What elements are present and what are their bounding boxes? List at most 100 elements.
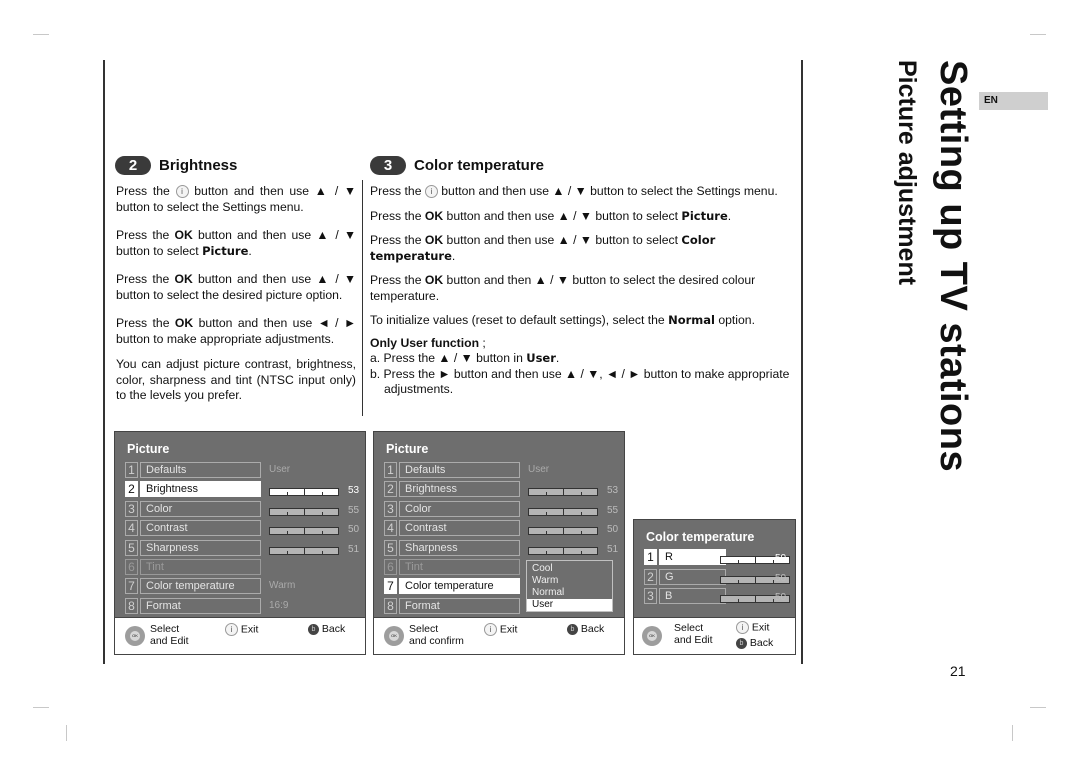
exit-hint: i Exit: [225, 623, 258, 636]
menu-item: 8 Format: [125, 597, 261, 614]
section-title: Brightness: [159, 157, 238, 174]
brightness-heading: 2 Brightness: [115, 156, 237, 175]
menu-item-number: 6: [125, 559, 138, 575]
menu-item-label: Contrast: [399, 520, 520, 537]
info-button-icon: i: [484, 623, 497, 636]
level-value: 50: [607, 524, 619, 536]
level-slider: [269, 527, 339, 536]
brightness-instructions: Press the i button and then use ▲ / ▼ bu…: [116, 184, 356, 413]
menu-title: Picture: [127, 442, 170, 456]
crop-mark: [33, 34, 49, 35]
select-hint: Select and Edit: [674, 622, 713, 646]
language-tab: EN: [979, 92, 1048, 110]
dropdown-option: Cool: [532, 563, 553, 574]
menu-item-label: Color: [399, 500, 520, 517]
menu-item-number: 2: [644, 568, 657, 585]
menu-item-label: G: [659, 568, 726, 585]
menu-item-number: 3: [644, 588, 657, 604]
ok-navigation-pad-icon: OK: [125, 625, 145, 647]
instruction-step: Press the OK button and then use ▲ / ▼ b…: [116, 228, 357, 258]
instruction-note: To initialize values (reset to default s…: [370, 313, 755, 327]
menu-item: 6 Tint: [125, 559, 261, 575]
page-title: Setting up TV stations: [932, 60, 974, 473]
instruction-step: Press the i button and then use ▲ / ▼ bu…: [116, 184, 357, 214]
menu-item-label: Sharpness: [399, 539, 520, 556]
picture-menu-screenshot-brightness: Picture 1 Defaults User 2 Brightness 53 3 Color…: [114, 431, 366, 655]
level-value: 55: [607, 504, 619, 516]
level-slider: [528, 488, 598, 497]
menu-item: 3B: [644, 588, 726, 604]
level-slider: [269, 488, 339, 497]
menu-item-number: 1: [125, 462, 138, 478]
menu-item-label: Defaults: [399, 462, 520, 478]
instruction-step: Press the OK button and then use ▲ / ▼ b…: [116, 272, 357, 302]
menu-item: 4 Contrast: [125, 520, 261, 537]
left-margin-rule: [103, 60, 105, 664]
menu-item: 7 Color temperature: [384, 578, 520, 595]
back-hint: b Back: [567, 623, 604, 635]
menu-item-label: Brightness: [399, 481, 520, 498]
info-button-icon: i: [225, 623, 238, 636]
menu-item-label: Tint: [399, 559, 520, 575]
menu-item-value: Warm: [269, 580, 296, 592]
menu-item-number: 3: [125, 500, 138, 517]
menu-item: 1R: [644, 549, 726, 565]
menu-item: 1 Defaults: [384, 462, 520, 478]
level-value: 50: [775, 572, 787, 584]
back-hint: b Back: [736, 637, 773, 649]
level-value: 55: [348, 504, 360, 516]
menu-item-number: 5: [125, 539, 138, 556]
menu-item-label: Sharpness: [140, 539, 261, 556]
crop-mark: [1030, 34, 1046, 35]
crop-mark: [1012, 725, 1013, 741]
select-hint: Select and confirm: [409, 623, 464, 647]
ok-navigation-pad-icon: OK: [642, 625, 662, 647]
dropdown-option: Warm: [532, 575, 559, 586]
crop-mark: [66, 725, 67, 741]
page-subtitle: Picture adjustment: [893, 60, 921, 286]
level-value: 50: [775, 592, 787, 603]
user-step-b: b. Press the ► button and then use ▲ / ▼…: [370, 366, 790, 397]
color-temperature-instructions: Press the i button and then use ▲ / ▼ bu…: [370, 184, 795, 398]
dropdown-option: Normal: [532, 587, 565, 598]
menu-item-number: 2: [125, 481, 138, 498]
menu-item-label: R: [659, 549, 726, 565]
menu-item-label: Defaults: [140, 462, 261, 478]
page-number: 21: [950, 663, 966, 679]
menu-item-label: Color: [140, 500, 261, 517]
level-value: 53: [607, 485, 619, 497]
menu-item: 5 Sharpness: [125, 539, 261, 556]
menu-item: 2 Brightness: [384, 481, 520, 498]
menu-item: 3 Color: [384, 500, 520, 517]
menu-title: Color temperature: [646, 530, 755, 544]
menu-item-number: 4: [125, 520, 138, 537]
step-badge: 3: [370, 156, 406, 175]
menu-item-number: 4: [384, 520, 397, 537]
right-margin-rule: [801, 60, 803, 664]
menu-item: 5 Sharpness: [384, 539, 520, 556]
menu-footer: OK Select and Edit i Exit b Back: [634, 617, 795, 654]
menu-item-number: 2: [384, 481, 397, 498]
instruction-note: You can adjust picture contrast, brightn…: [116, 357, 356, 402]
menu-item: 7 Color temperature: [125, 578, 261, 595]
menu-item-label: Brightness: [140, 481, 261, 498]
menu-item-number: 3: [384, 500, 397, 517]
menu-item-value: 16:9: [269, 599, 289, 611]
level-value: 50: [775, 553, 787, 564]
menu-item-label: Format: [399, 597, 520, 614]
info-button-icon: i: [736, 621, 749, 634]
user-function-heading: Only User function ;: [370, 335, 486, 350]
instruction-step: Press the OK button and then use ◄ / ► b…: [116, 316, 357, 346]
menu-item-label: Color temperature: [399, 578, 520, 595]
instruction-step: Press the i button and then use ▲ / ▼ bu…: [370, 184, 778, 199]
color-temperature-heading: 3 Color temperature: [370, 156, 544, 175]
menu-item-number: 8: [125, 597, 138, 614]
crop-mark: [33, 707, 49, 708]
level-slider: [528, 527, 598, 536]
menu-item-label: Format: [140, 597, 261, 614]
color-temperature-dropdown: Cool Warm Normal User: [526, 560, 613, 612]
back-button-icon: b: [736, 637, 747, 649]
menu-item-number: 1: [384, 462, 397, 478]
select-hint: Select and Edit: [150, 623, 189, 647]
level-value: 51: [607, 543, 619, 555]
